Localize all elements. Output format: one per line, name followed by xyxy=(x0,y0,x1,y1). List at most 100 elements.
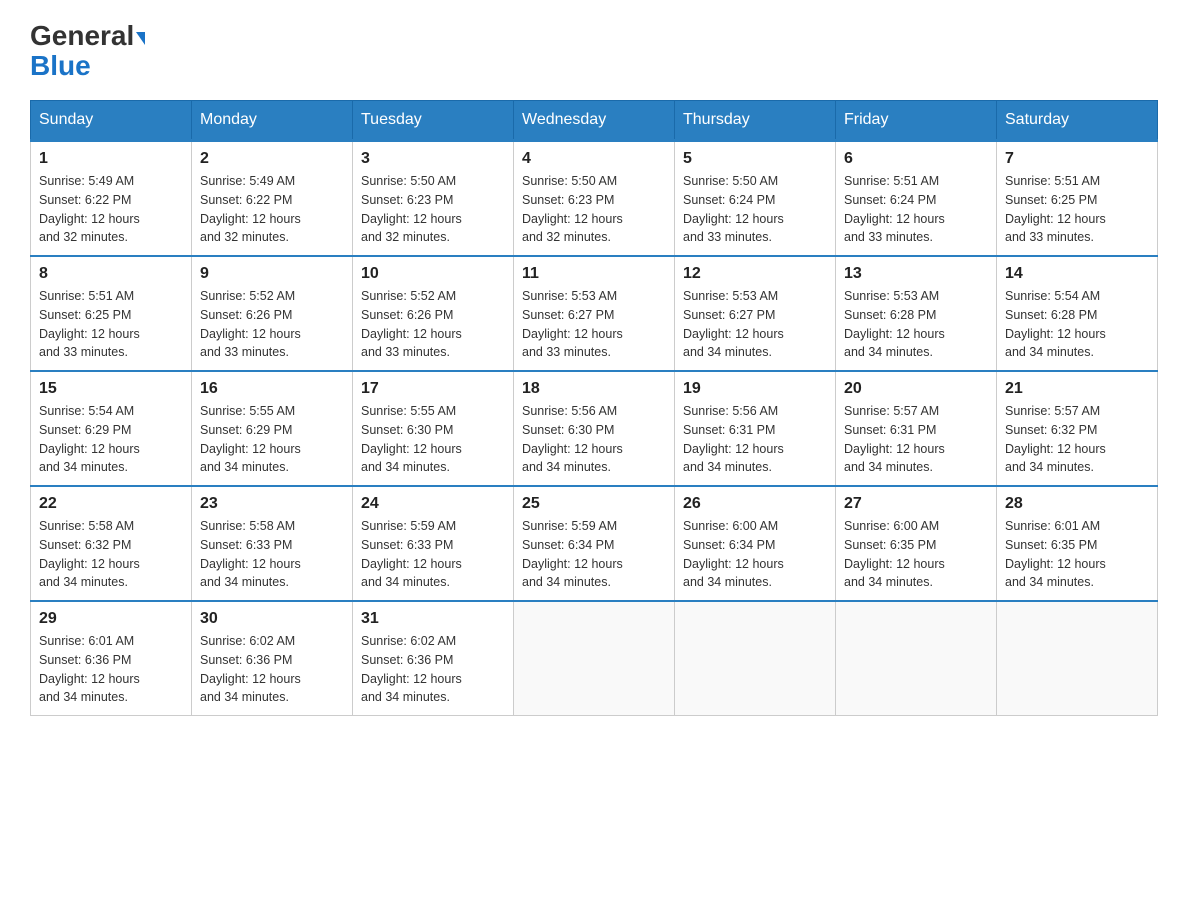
day-number: 2 xyxy=(200,150,344,168)
day-info: Sunrise: 5:51 AMSunset: 6:25 PMDaylight:… xyxy=(1005,172,1149,247)
day-info: Sunrise: 5:50 AMSunset: 6:23 PMDaylight:… xyxy=(522,172,666,247)
calendar-cell: 8 Sunrise: 5:51 AMSunset: 6:25 PMDayligh… xyxy=(31,256,192,371)
calendar-cell: 17 Sunrise: 5:55 AMSunset: 6:30 PMDaylig… xyxy=(353,371,514,486)
calendar-cell: 12 Sunrise: 5:53 AMSunset: 6:27 PMDaylig… xyxy=(675,256,836,371)
day-number: 6 xyxy=(844,150,988,168)
week-row-1: 1 Sunrise: 5:49 AMSunset: 6:22 PMDayligh… xyxy=(31,141,1158,257)
day-info: Sunrise: 6:02 AMSunset: 6:36 PMDaylight:… xyxy=(361,632,505,707)
day-info: Sunrise: 5:51 AMSunset: 6:25 PMDaylight:… xyxy=(39,287,183,362)
calendar-cell: 31 Sunrise: 6:02 AMSunset: 6:36 PMDaylig… xyxy=(353,601,514,716)
logo: General Blue xyxy=(30,20,145,80)
calendar-cell: 19 Sunrise: 5:56 AMSunset: 6:31 PMDaylig… xyxy=(675,371,836,486)
day-info: Sunrise: 5:54 AMSunset: 6:28 PMDaylight:… xyxy=(1005,287,1149,362)
calendar-header: SundayMondayTuesdayWednesdayThursdayFrid… xyxy=(31,101,1158,141)
day-number: 26 xyxy=(683,495,827,513)
day-number: 29 xyxy=(39,610,183,628)
day-info: Sunrise: 6:00 AMSunset: 6:35 PMDaylight:… xyxy=(844,517,988,592)
calendar-cell xyxy=(514,601,675,716)
calendar-cell: 5 Sunrise: 5:50 AMSunset: 6:24 PMDayligh… xyxy=(675,141,836,257)
header-row: SundayMondayTuesdayWednesdayThursdayFrid… xyxy=(31,101,1158,141)
day-number: 14 xyxy=(1005,265,1149,283)
day-info: Sunrise: 5:55 AMSunset: 6:30 PMDaylight:… xyxy=(361,402,505,477)
calendar-cell: 30 Sunrise: 6:02 AMSunset: 6:36 PMDaylig… xyxy=(192,601,353,716)
calendar-cell: 22 Sunrise: 5:58 AMSunset: 6:32 PMDaylig… xyxy=(31,486,192,601)
day-number: 17 xyxy=(361,380,505,398)
day-number: 24 xyxy=(361,495,505,513)
calendar-cell: 26 Sunrise: 6:00 AMSunset: 6:34 PMDaylig… xyxy=(675,486,836,601)
calendar-cell xyxy=(675,601,836,716)
calendar-cell: 6 Sunrise: 5:51 AMSunset: 6:24 PMDayligh… xyxy=(836,141,997,257)
day-info: Sunrise: 5:51 AMSunset: 6:24 PMDaylight:… xyxy=(844,172,988,247)
day-number: 3 xyxy=(361,150,505,168)
calendar-cell: 9 Sunrise: 5:52 AMSunset: 6:26 PMDayligh… xyxy=(192,256,353,371)
calendar-cell: 20 Sunrise: 5:57 AMSunset: 6:31 PMDaylig… xyxy=(836,371,997,486)
day-number: 28 xyxy=(1005,495,1149,513)
calendar-cell: 21 Sunrise: 5:57 AMSunset: 6:32 PMDaylig… xyxy=(997,371,1158,486)
calendar-cell: 25 Sunrise: 5:59 AMSunset: 6:34 PMDaylig… xyxy=(514,486,675,601)
calendar-cell: 7 Sunrise: 5:51 AMSunset: 6:25 PMDayligh… xyxy=(997,141,1158,257)
calendar-cell: 28 Sunrise: 6:01 AMSunset: 6:35 PMDaylig… xyxy=(997,486,1158,601)
day-number: 22 xyxy=(39,495,183,513)
day-number: 15 xyxy=(39,380,183,398)
day-info: Sunrise: 5:56 AMSunset: 6:30 PMDaylight:… xyxy=(522,402,666,477)
day-number: 5 xyxy=(683,150,827,168)
day-info: Sunrise: 5:57 AMSunset: 6:32 PMDaylight:… xyxy=(1005,402,1149,477)
week-row-4: 22 Sunrise: 5:58 AMSunset: 6:32 PMDaylig… xyxy=(31,486,1158,601)
day-info: Sunrise: 6:02 AMSunset: 6:36 PMDaylight:… xyxy=(200,632,344,707)
week-row-3: 15 Sunrise: 5:54 AMSunset: 6:29 PMDaylig… xyxy=(31,371,1158,486)
day-info: Sunrise: 5:58 AMSunset: 6:33 PMDaylight:… xyxy=(200,517,344,592)
day-info: Sunrise: 5:57 AMSunset: 6:31 PMDaylight:… xyxy=(844,402,988,477)
day-info: Sunrise: 5:58 AMSunset: 6:32 PMDaylight:… xyxy=(39,517,183,592)
calendar-cell: 27 Sunrise: 6:00 AMSunset: 6:35 PMDaylig… xyxy=(836,486,997,601)
day-number: 10 xyxy=(361,265,505,283)
day-number: 23 xyxy=(200,495,344,513)
day-info: Sunrise: 5:50 AMSunset: 6:24 PMDaylight:… xyxy=(683,172,827,247)
calendar-cell: 29 Sunrise: 6:01 AMSunset: 6:36 PMDaylig… xyxy=(31,601,192,716)
day-info: Sunrise: 6:01 AMSunset: 6:35 PMDaylight:… xyxy=(1005,517,1149,592)
day-number: 30 xyxy=(200,610,344,628)
day-info: Sunrise: 5:56 AMSunset: 6:31 PMDaylight:… xyxy=(683,402,827,477)
header-cell-saturday: Saturday xyxy=(997,101,1158,141)
day-number: 7 xyxy=(1005,150,1149,168)
day-info: Sunrise: 5:50 AMSunset: 6:23 PMDaylight:… xyxy=(361,172,505,247)
header-cell-wednesday: Wednesday xyxy=(514,101,675,141)
calendar-cell: 10 Sunrise: 5:52 AMSunset: 6:26 PMDaylig… xyxy=(353,256,514,371)
calendar-cell xyxy=(997,601,1158,716)
calendar-cell: 13 Sunrise: 5:53 AMSunset: 6:28 PMDaylig… xyxy=(836,256,997,371)
day-info: Sunrise: 5:59 AMSunset: 6:33 PMDaylight:… xyxy=(361,517,505,592)
day-info: Sunrise: 5:53 AMSunset: 6:28 PMDaylight:… xyxy=(844,287,988,362)
calendar-cell: 2 Sunrise: 5:49 AMSunset: 6:22 PMDayligh… xyxy=(192,141,353,257)
calendar-cell: 24 Sunrise: 5:59 AMSunset: 6:33 PMDaylig… xyxy=(353,486,514,601)
day-info: Sunrise: 5:52 AMSunset: 6:26 PMDaylight:… xyxy=(361,287,505,362)
day-info: Sunrise: 5:55 AMSunset: 6:29 PMDaylight:… xyxy=(200,402,344,477)
logo-arrow-icon xyxy=(136,32,145,45)
day-info: Sunrise: 5:52 AMSunset: 6:26 PMDaylight:… xyxy=(200,287,344,362)
day-number: 12 xyxy=(683,265,827,283)
calendar-table: SundayMondayTuesdayWednesdayThursdayFrid… xyxy=(30,100,1158,716)
week-row-2: 8 Sunrise: 5:51 AMSunset: 6:25 PMDayligh… xyxy=(31,256,1158,371)
calendar-cell: 15 Sunrise: 5:54 AMSunset: 6:29 PMDaylig… xyxy=(31,371,192,486)
day-info: Sunrise: 5:53 AMSunset: 6:27 PMDaylight:… xyxy=(522,287,666,362)
day-number: 9 xyxy=(200,265,344,283)
day-info: Sunrise: 5:53 AMSunset: 6:27 PMDaylight:… xyxy=(683,287,827,362)
day-number: 27 xyxy=(844,495,988,513)
header-cell-monday: Monday xyxy=(192,101,353,141)
day-info: Sunrise: 6:00 AMSunset: 6:34 PMDaylight:… xyxy=(683,517,827,592)
calendar-cell: 11 Sunrise: 5:53 AMSunset: 6:27 PMDaylig… xyxy=(514,256,675,371)
logo-general-text: General xyxy=(30,20,134,52)
day-number: 13 xyxy=(844,265,988,283)
day-number: 1 xyxy=(39,150,183,168)
page-header: General Blue xyxy=(30,20,1158,80)
calendar-body: 1 Sunrise: 5:49 AMSunset: 6:22 PMDayligh… xyxy=(31,141,1158,716)
day-number: 19 xyxy=(683,380,827,398)
day-number: 11 xyxy=(522,265,666,283)
calendar-cell: 1 Sunrise: 5:49 AMSunset: 6:22 PMDayligh… xyxy=(31,141,192,257)
header-cell-friday: Friday xyxy=(836,101,997,141)
day-number: 4 xyxy=(522,150,666,168)
day-info: Sunrise: 5:49 AMSunset: 6:22 PMDaylight:… xyxy=(200,172,344,247)
day-number: 21 xyxy=(1005,380,1149,398)
day-info: Sunrise: 5:49 AMSunset: 6:22 PMDaylight:… xyxy=(39,172,183,247)
calendar-cell: 16 Sunrise: 5:55 AMSunset: 6:29 PMDaylig… xyxy=(192,371,353,486)
calendar-cell: 18 Sunrise: 5:56 AMSunset: 6:30 PMDaylig… xyxy=(514,371,675,486)
day-number: 25 xyxy=(522,495,666,513)
